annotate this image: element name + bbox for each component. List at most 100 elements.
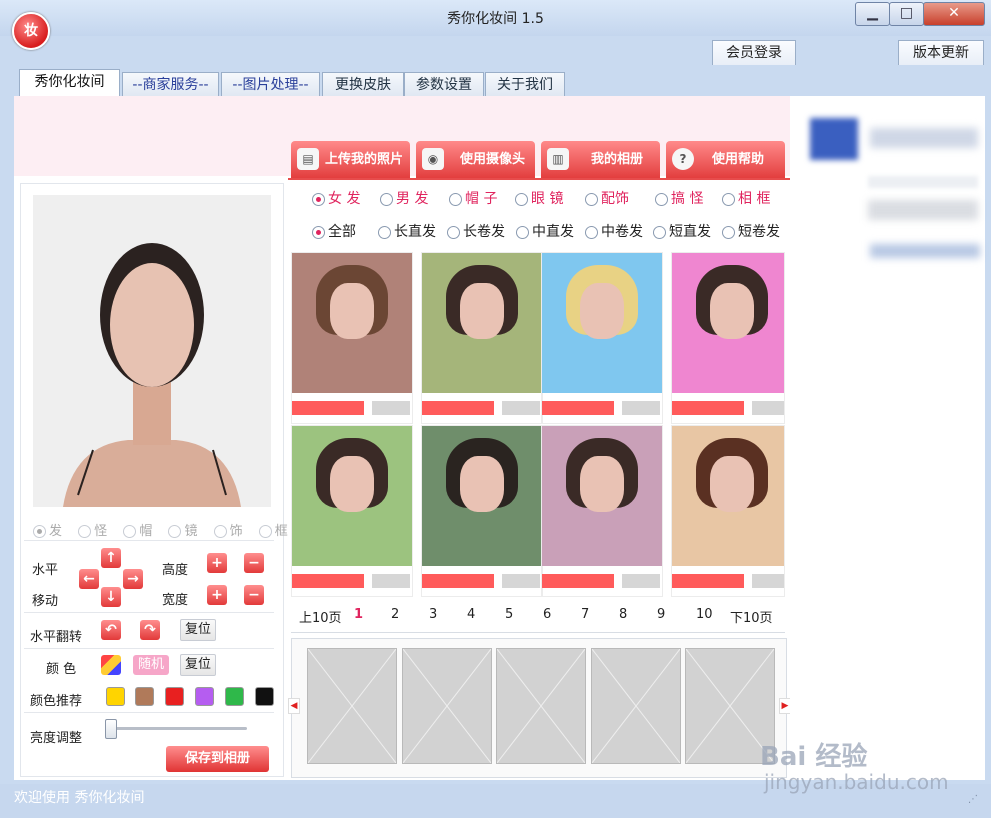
height-label: 高度 — [162, 563, 189, 578]
page-link[interactable]: 1 — [354, 607, 363, 622]
prev-10-pages-link[interactable]: 上10页 — [299, 607, 342, 626]
layer-accessory[interactable]: 饰 — [213, 524, 243, 539]
layer-frame[interactable]: 框 — [258, 524, 288, 539]
album-slot[interactable] — [591, 648, 681, 764]
hairstyle-thumbnail[interactable] — [291, 425, 413, 597]
flip-reset-button[interactable]: 复位 — [180, 619, 216, 641]
radio-icon — [33, 525, 46, 538]
layer-funny[interactable]: 怪 — [78, 524, 107, 539]
brightness-slider[interactable] — [107, 727, 247, 730]
tab-settings[interactable]: 参数设置 — [404, 72, 484, 97]
upload-photo-tab[interactable]: ▤ 上传我的照片 — [291, 141, 410, 179]
category-glasses[interactable]: 眼 镜 — [515, 188, 563, 208]
move-up-icon[interactable]: ↑ — [101, 548, 121, 568]
subcategory-short-curly[interactable]: 短卷发 — [722, 221, 780, 241]
swatch-yellow[interactable] — [106, 687, 125, 706]
category-male-hair[interactable]: 男 发 — [380, 188, 428, 208]
hairstyle-thumbnail[interactable] — [421, 252, 543, 424]
scroll-left-icon[interactable]: ◀ — [288, 698, 300, 714]
radio-icon — [447, 225, 460, 239]
radio-icon — [168, 525, 182, 538]
move-left-icon[interactable]: ← — [79, 569, 99, 589]
category-frames[interactable]: 相 框 — [722, 188, 770, 208]
page-link[interactable]: 10 — [696, 607, 713, 622]
swatch-brown[interactable] — [135, 687, 154, 706]
color-reset-button[interactable]: 复位 — [180, 654, 216, 676]
layer-hat[interactable]: 帽 — [123, 524, 152, 539]
move-right-icon[interactable]: → — [123, 569, 143, 589]
swatch-green[interactable] — [225, 687, 244, 706]
swatch-red[interactable] — [165, 687, 184, 706]
hairstyle-thumbnail[interactable] — [541, 252, 663, 424]
layer-hair[interactable]: 发 — [33, 524, 62, 539]
page-link[interactable]: 5 — [505, 607, 513, 622]
use-camera-tab[interactable]: ◉ 使用摄像头 — [416, 141, 535, 179]
portrait-photo[interactable] — [33, 195, 271, 507]
blurred-text — [868, 200, 978, 220]
album-slot[interactable] — [496, 648, 586, 764]
swatch-black[interactable] — [255, 687, 274, 706]
help-tab[interactable]: ? 使用帮助 — [666, 141, 785, 179]
my-album-label: 我的相册 — [591, 152, 644, 167]
subcategory-mid-straight[interactable]: 中直发 — [516, 221, 574, 241]
page-link[interactable]: 4 — [467, 607, 475, 622]
swatch-purple[interactable] — [195, 687, 214, 706]
radio-icon — [312, 225, 325, 239]
height-decrease-icon[interactable]: − — [244, 553, 264, 573]
upload-photo-icon: ▤ — [297, 148, 319, 170]
height-increase-icon[interactable]: + — [207, 553, 227, 573]
member-login-button[interactable]: 会员登录 — [712, 40, 796, 65]
subcategory-long-curly[interactable]: 长卷发 — [447, 221, 505, 241]
radio-icon — [516, 225, 529, 239]
next-10-pages-link[interactable]: 下10页 — [730, 607, 773, 626]
category-accessories[interactable]: 配饰 — [585, 188, 629, 208]
tab-makeup-room[interactable]: 秀你化妆间 — [19, 69, 120, 98]
flip-left-icon[interactable]: ↶ — [101, 620, 121, 640]
subcategory-short-straight[interactable]: 短直发 — [653, 221, 711, 241]
minimize-button[interactable]: ▁ — [855, 2, 890, 26]
tab-change-skin[interactable]: 更换皮肤 — [322, 72, 404, 97]
brightness-slider-handle[interactable] — [105, 719, 117, 739]
page-link[interactable]: 7 — [581, 607, 589, 622]
album-slot[interactable] — [307, 648, 397, 764]
hairstyle-thumbnail[interactable] — [541, 425, 663, 597]
move-down-icon[interactable]: ↓ — [101, 587, 121, 607]
page-link[interactable]: 2 — [391, 607, 399, 622]
hairstyle-thumbnail[interactable] — [671, 425, 785, 597]
hairstyle-thumbnail[interactable] — [671, 252, 785, 424]
color-picker-icon[interactable] — [101, 655, 121, 675]
save-to-album-button[interactable]: 保存到相册 — [166, 746, 269, 772]
version-update-button[interactable]: 版本更新 — [898, 40, 984, 65]
close-button[interactable]: ✕ — [923, 2, 985, 26]
width-increase-icon[interactable]: + — [207, 585, 227, 605]
random-color-button[interactable]: 随机 — [133, 655, 169, 675]
tab-merchant-service[interactable]: --商家服务-- — [122, 72, 219, 97]
flip-right-icon[interactable]: ↷ — [140, 620, 160, 640]
category-female-hair[interactable]: 女 发 — [312, 188, 360, 208]
move-label: 移动 — [32, 594, 59, 609]
hairstyle-thumbnail[interactable] — [421, 425, 543, 597]
subcategory-all[interactable]: 全部 — [312, 221, 356, 241]
tab-about-us[interactable]: 关于我们 — [485, 72, 565, 97]
category-funny[interactable]: 搞 怪 — [655, 188, 703, 208]
hairstyle-thumbnail[interactable] — [291, 252, 413, 424]
tab-image-processing[interactable]: --图片处理-- — [221, 72, 320, 97]
subcategory-long-straight[interactable]: 长直发 — [378, 221, 436, 241]
category-hats[interactable]: 帽 子 — [449, 188, 497, 208]
blurred-text — [868, 176, 978, 188]
page-link[interactable]: 6 — [543, 607, 551, 622]
status-text: 欢迎使用 秀你化妆间 — [14, 790, 145, 806]
subcategory-mid-curly[interactable]: 中卷发 — [585, 221, 643, 241]
tab-underline — [288, 178, 790, 180]
album-slot[interactable] — [402, 648, 492, 764]
maximize-button[interactable]: □ — [889, 2, 924, 26]
resize-grip-icon[interactable]: ⋰ — [968, 794, 978, 805]
width-decrease-icon[interactable]: − — [244, 585, 264, 605]
page-link[interactable]: 9 — [657, 607, 665, 622]
layer-glasses[interactable]: 镜 — [168, 524, 197, 539]
page-link[interactable]: 8 — [619, 607, 627, 622]
divider — [24, 540, 274, 541]
my-album-tab[interactable]: ▥ 我的相册 — [541, 141, 660, 179]
camera-icon: ◉ — [422, 148, 444, 170]
page-link[interactable]: 3 — [429, 607, 437, 622]
